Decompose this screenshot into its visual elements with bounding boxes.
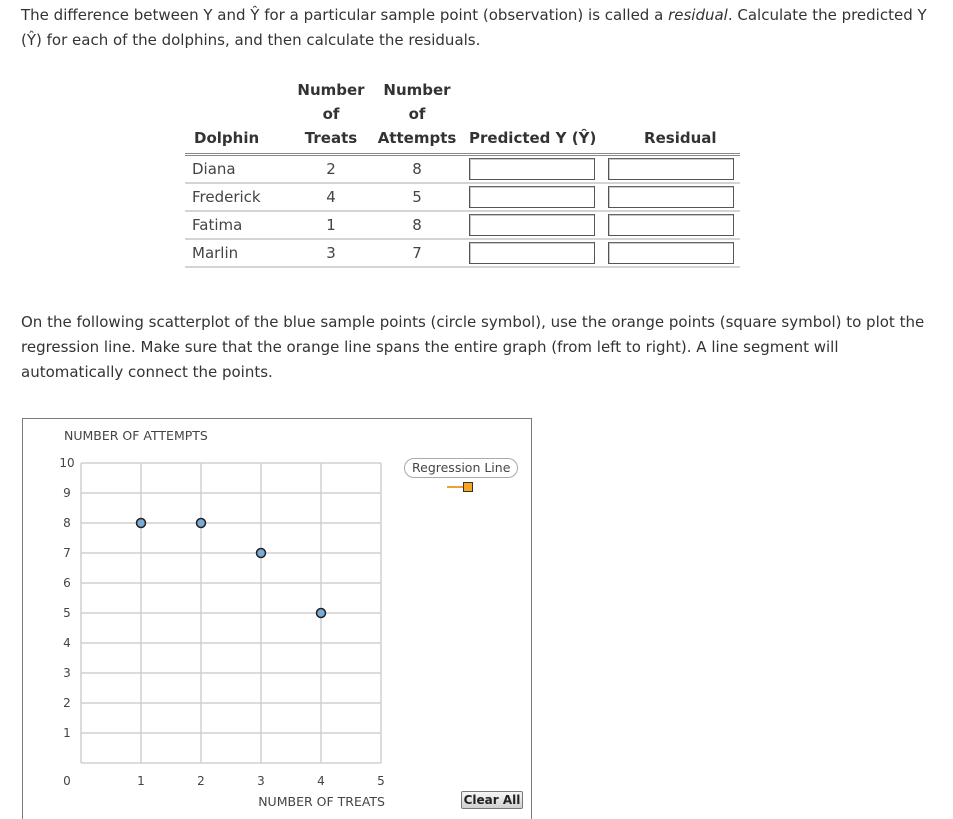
y-tick-label: 5 [63, 606, 71, 620]
y-tick-label: 3 [63, 666, 71, 680]
scatterplot[interactable]: NUMBER OF ATTEMPTS NUMBER OF TREATS 0 1 2 3… [1, 1, 953, 810]
y-tick-label: 6 [63, 576, 71, 590]
clear-all-button[interactable]: Clear All [461, 791, 523, 809]
x-tick-label: 1 [137, 774, 145, 788]
x-tick-label: 2 [197, 774, 205, 788]
axis-ticks: 0 1 2 3 4 5 10 9 8 7 6 5 4 3 2 1 [59, 456, 384, 788]
x-tick-label: 4 [317, 774, 325, 788]
sample-point [195, 517, 207, 529]
legend-label: Regression Line [404, 458, 519, 478]
sample-point [135, 517, 147, 529]
x-axis-title: NUMBER OF TREATS [258, 794, 385, 809]
sample-point [315, 607, 327, 619]
x-tick-label: 3 [257, 774, 265, 788]
x-tick-label: 0 [63, 774, 71, 788]
sample-point [255, 547, 267, 559]
sample-points [135, 517, 327, 619]
y-tick-label: 9 [63, 486, 71, 500]
orange-square-icon[interactable] [463, 482, 473, 492]
y-tick-label: 8 [63, 516, 71, 530]
y-axis-title: NUMBER OF ATTEMPTS [64, 428, 208, 443]
y-tick-label: 10 [59, 456, 74, 470]
y-tick-label: 2 [63, 696, 71, 710]
y-tick-label: 1 [63, 726, 71, 740]
y-tick-label: 7 [63, 546, 71, 560]
regression-point-tool[interactable] [447, 481, 477, 493]
grid [80, 462, 382, 764]
x-tick-label: 5 [377, 774, 385, 788]
y-tick-label: 4 [63, 636, 71, 650]
graph-panel: NUMBER OF ATTEMPTS NUMBER OF TREATS 0 1 2 3… [22, 418, 532, 819]
